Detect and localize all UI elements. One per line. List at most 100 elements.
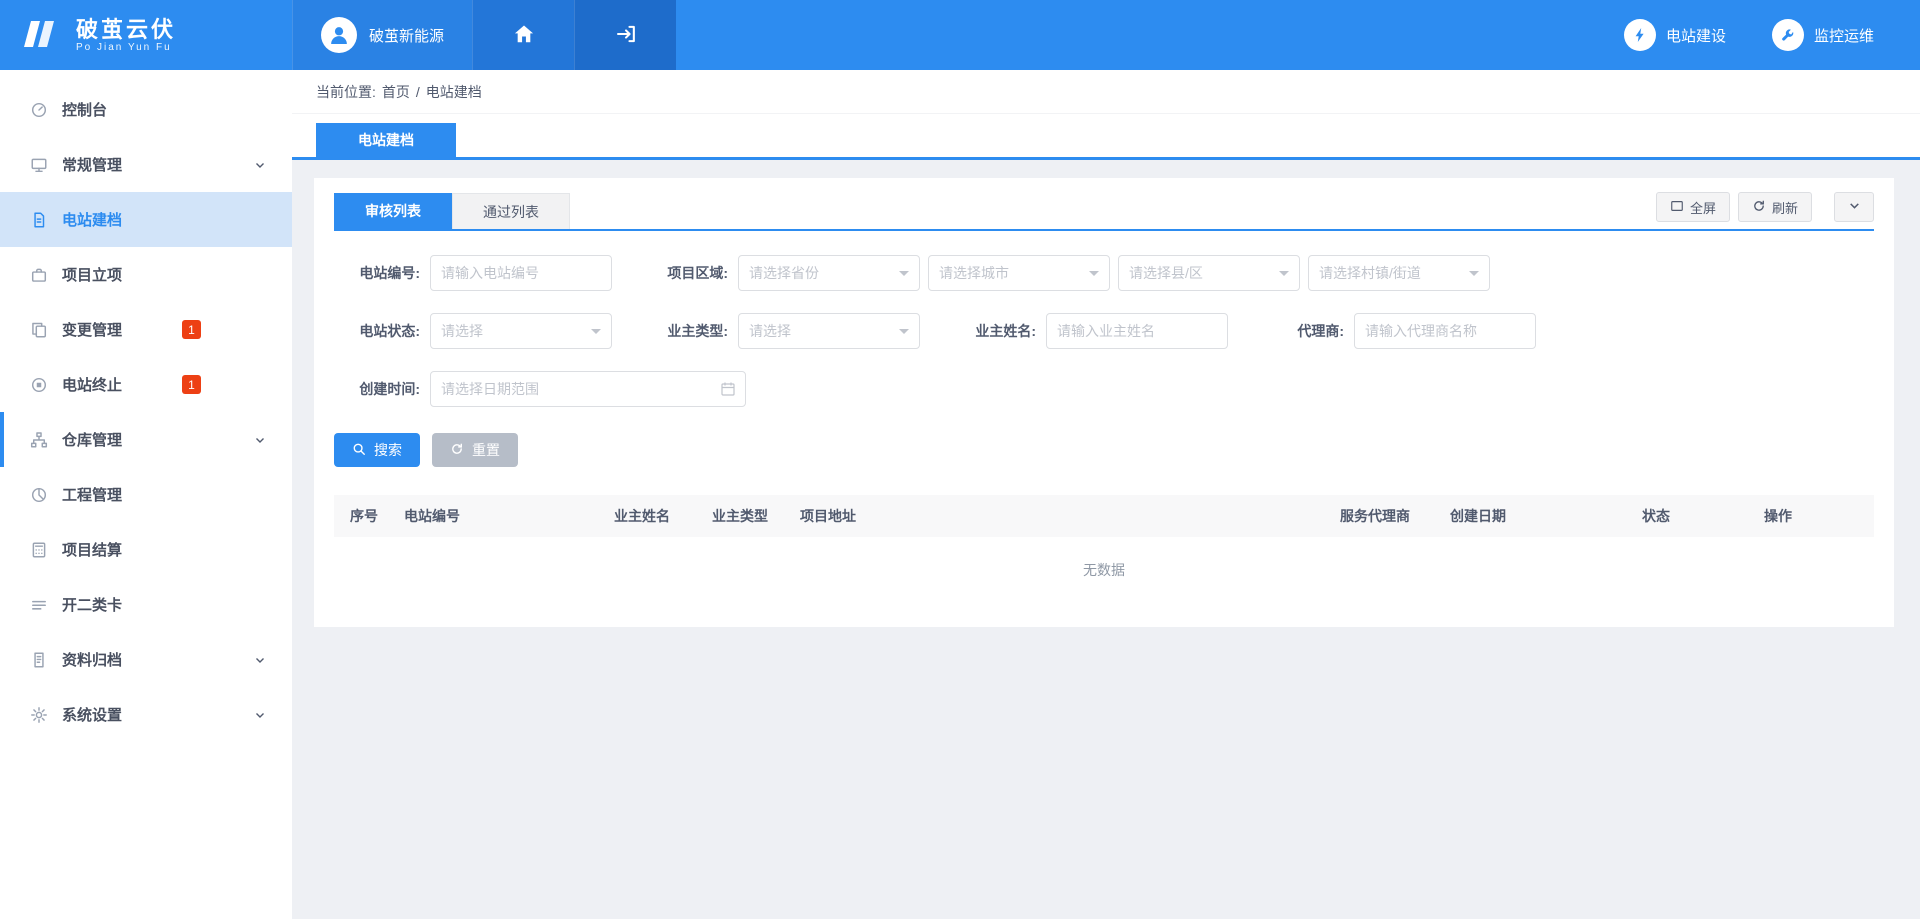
tab-review-list[interactable]: 审核列表 bbox=[334, 193, 452, 229]
breadcrumb-prefix: 当前位置: bbox=[316, 82, 376, 102]
collapse-filters-button[interactable] bbox=[1834, 192, 1874, 222]
sidebar-item-type2-card[interactable]: 开二类卡 bbox=[0, 577, 292, 632]
region-label: 项目区域: bbox=[642, 263, 728, 283]
top-header: 破茧云伏 Po Jian Yun Fu 破茧新能源 bbox=[0, 0, 1920, 70]
dashboard-icon bbox=[30, 101, 48, 119]
col-owner-type: 业主类型 bbox=[712, 506, 800, 526]
reset-button[interactable]: 重置 bbox=[432, 433, 518, 467]
sidebar-item-project-initiation[interactable]: 项目立项 bbox=[0, 247, 292, 302]
col-project-address: 项目地址 bbox=[800, 506, 1340, 526]
list-bars-icon bbox=[30, 596, 48, 614]
owner-type-select[interactable]: 请选择 bbox=[738, 313, 920, 349]
breadcrumb-home[interactable]: 首页 bbox=[382, 82, 410, 102]
county-select[interactable]: 请选择县/区 bbox=[1118, 255, 1300, 291]
col-actions: 操作 bbox=[1764, 506, 1874, 526]
sidebar-item-label: 控制台 bbox=[62, 99, 107, 120]
sidebar-item-console[interactable]: 控制台 bbox=[0, 82, 292, 137]
nav-label: 监控运维 bbox=[1814, 25, 1874, 46]
wrench-icon bbox=[1772, 19, 1804, 51]
sidebar-item-project-settlement[interactable]: 项目结算 bbox=[0, 522, 292, 577]
logo: 破茧云伏 Po Jian Yun Fu bbox=[0, 0, 292, 70]
stop-circle-icon bbox=[30, 376, 48, 394]
tab-station-archive[interactable]: 电站建档 bbox=[316, 123, 456, 157]
search-icon bbox=[352, 442, 366, 459]
nav-label: 电站建设 bbox=[1666, 25, 1726, 46]
avatar bbox=[321, 17, 357, 53]
filter-form: 电站编号: 项目区域: 请选择省份 请选择城市 bbox=[334, 255, 1874, 407]
home-button[interactable] bbox=[472, 0, 574, 70]
sidebar-item-station-archive[interactable]: 电站建档 bbox=[0, 192, 292, 247]
sidebar-item-change-mgmt[interactable]: 变更管理 1 bbox=[0, 302, 292, 357]
sidebar-item-label: 开二类卡 bbox=[62, 594, 122, 615]
nav-station-build[interactable]: 电站建设 bbox=[1624, 0, 1726, 70]
sidebar-item-label: 项目立项 bbox=[62, 264, 122, 285]
city-select[interactable]: 请选择城市 bbox=[928, 255, 1110, 291]
col-created-date: 创建日期 bbox=[1450, 506, 1642, 526]
calculator-icon bbox=[30, 541, 48, 559]
town-select[interactable]: 请选择村镇/街道 bbox=[1308, 255, 1490, 291]
sitemap-icon bbox=[30, 431, 48, 449]
refresh-button[interactable]: 刷新 bbox=[1738, 192, 1812, 222]
briefcase-icon bbox=[30, 266, 48, 284]
chevron-down-icon bbox=[1848, 199, 1861, 215]
chevron-down-icon bbox=[899, 329, 909, 339]
sidebar-item-station-termination[interactable]: 电站终止 1 bbox=[0, 357, 292, 412]
station-status-label: 电站状态: bbox=[334, 321, 420, 341]
station-no-input[interactable] bbox=[430, 255, 612, 291]
document-icon bbox=[30, 211, 48, 229]
empty-state: 无数据 bbox=[334, 537, 1874, 603]
reset-icon bbox=[450, 442, 464, 459]
col-service-agent: 服务代理商 bbox=[1340, 506, 1450, 526]
chevron-down-icon bbox=[254, 709, 266, 721]
panel-tab-bar: 审核列表 通过列表 全屏 刷新 bbox=[334, 192, 1874, 231]
nav-monitor-ops[interactable]: 监控运维 bbox=[1772, 0, 1874, 70]
col-owner-name: 业主姓名 bbox=[614, 506, 712, 526]
search-button[interactable]: 搜索 bbox=[334, 433, 420, 467]
solar-logo-icon bbox=[22, 17, 64, 54]
sidebar-item-data-archive[interactable]: 资料归档 bbox=[0, 632, 292, 687]
table-header-row: 序号 电站编号 业主姓名 业主类型 项目地址 服务代理商 创建日期 状态 操作 bbox=[334, 495, 1874, 537]
badge-count: 1 bbox=[182, 320, 201, 339]
station-no-label: 电站编号: bbox=[334, 263, 420, 283]
tab-passed-list[interactable]: 通过列表 bbox=[452, 193, 570, 229]
badge-count: 1 bbox=[182, 375, 201, 394]
fullscreen-button[interactable]: 全屏 bbox=[1656, 192, 1730, 222]
owner-name-input[interactable] bbox=[1046, 313, 1228, 349]
sidebar-item-warehouse-mgmt[interactable]: 仓库管理 bbox=[0, 412, 292, 467]
created-time-label: 创建时间: bbox=[334, 379, 420, 399]
owner-name-label: 业主姓名: bbox=[950, 321, 1036, 341]
col-station-no: 电站编号 bbox=[404, 506, 614, 526]
sidebar-item-engineering-mgmt[interactable]: 工程管理 bbox=[0, 467, 292, 522]
main-content: 当前位置: 首页 / 电站建档 电站建档 审核列表 通过列表 bbox=[292, 70, 1920, 919]
logout-button[interactable] bbox=[574, 0, 676, 70]
station-status-select[interactable]: 请选择 bbox=[430, 313, 612, 349]
pie-chart-icon bbox=[30, 486, 48, 504]
sidebar-item-label: 资料归档 bbox=[62, 649, 122, 670]
col-index: 序号 bbox=[350, 506, 404, 526]
logo-title: 破茧云伏 bbox=[76, 17, 176, 42]
chevron-down-icon bbox=[899, 271, 909, 281]
chevron-down-icon bbox=[1089, 271, 1099, 281]
sidebar-item-label: 常规管理 bbox=[62, 154, 122, 175]
col-status: 状态 bbox=[1642, 506, 1764, 526]
sidebar-item-label: 系统设置 bbox=[62, 704, 122, 725]
breadcrumb-separator: / bbox=[416, 84, 420, 100]
archive-file-icon bbox=[30, 651, 48, 669]
home-icon bbox=[513, 23, 535, 48]
breadcrumb: 当前位置: 首页 / 电站建档 bbox=[292, 70, 1920, 114]
sidebar-item-label: 电站建档 bbox=[62, 209, 122, 230]
app-root: 破茧云伏 Po Jian Yun Fu 破茧新能源 bbox=[0, 0, 1920, 919]
sidebar-item-general-mgmt[interactable]: 常规管理 bbox=[0, 137, 292, 192]
chevron-down-icon bbox=[591, 329, 601, 339]
agent-input[interactable] bbox=[1354, 313, 1536, 349]
chevron-down-icon bbox=[1469, 271, 1479, 281]
sidebar-item-system-settings[interactable]: 系统设置 bbox=[0, 687, 292, 742]
chevron-down-icon bbox=[1279, 271, 1289, 281]
fullscreen-icon bbox=[1670, 199, 1684, 216]
refresh-icon bbox=[1752, 199, 1766, 216]
sidebar-item-label: 电站终止 bbox=[62, 374, 122, 395]
user-menu[interactable]: 破茧新能源 bbox=[292, 0, 472, 70]
date-range-input[interactable] bbox=[430, 371, 746, 407]
exit-icon bbox=[615, 23, 637, 48]
province-select[interactable]: 请选择省份 bbox=[738, 255, 920, 291]
